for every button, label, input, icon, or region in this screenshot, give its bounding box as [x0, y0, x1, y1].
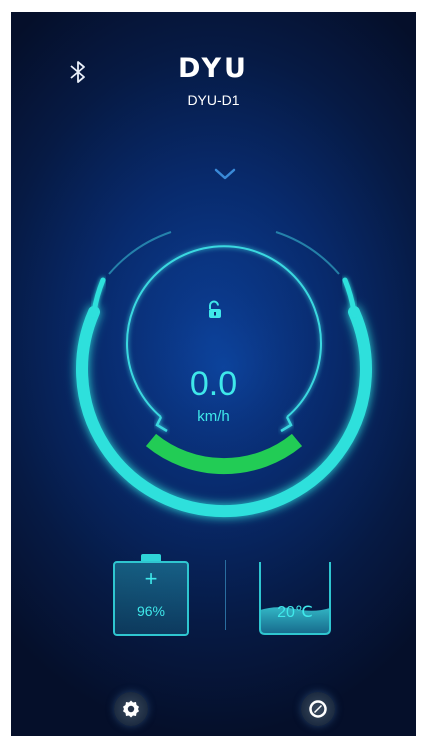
settings-button[interactable]: [114, 692, 148, 726]
battery-plus-icon: +: [144, 566, 158, 591]
unlock-icon[interactable]: [206, 300, 224, 320]
speed-value: 0.0: [189, 365, 238, 403]
temperature-cup: [259, 562, 331, 635]
battery-indicator: + 96%: [113, 554, 189, 636]
speed-unit: km/h: [197, 408, 230, 425]
battery-percent: 96%: [136, 603, 166, 619]
settings-icon: [123, 700, 139, 718]
compass-icon: [309, 700, 327, 718]
app-screen: DYU DYU-D1 0.0 km/h + 96% 20℃: [11, 12, 416, 736]
battery-body: + 96%: [113, 561, 189, 636]
gauge-outer-ring-right-tip: [342, 277, 357, 315]
gauge-outer-ring-left-tip: [91, 277, 106, 315]
battery-cap: [141, 554, 161, 561]
status-divider: [225, 560, 226, 630]
temperature-indicator: 20℃: [256, 558, 334, 636]
device-name: DYU-D1: [187, 92, 240, 108]
navigation-button[interactable]: [301, 692, 335, 726]
brand-logo: DYU: [178, 53, 249, 84]
chevron-down-icon[interactable]: [212, 167, 238, 181]
temperature-value: 20℃: [277, 604, 313, 621]
